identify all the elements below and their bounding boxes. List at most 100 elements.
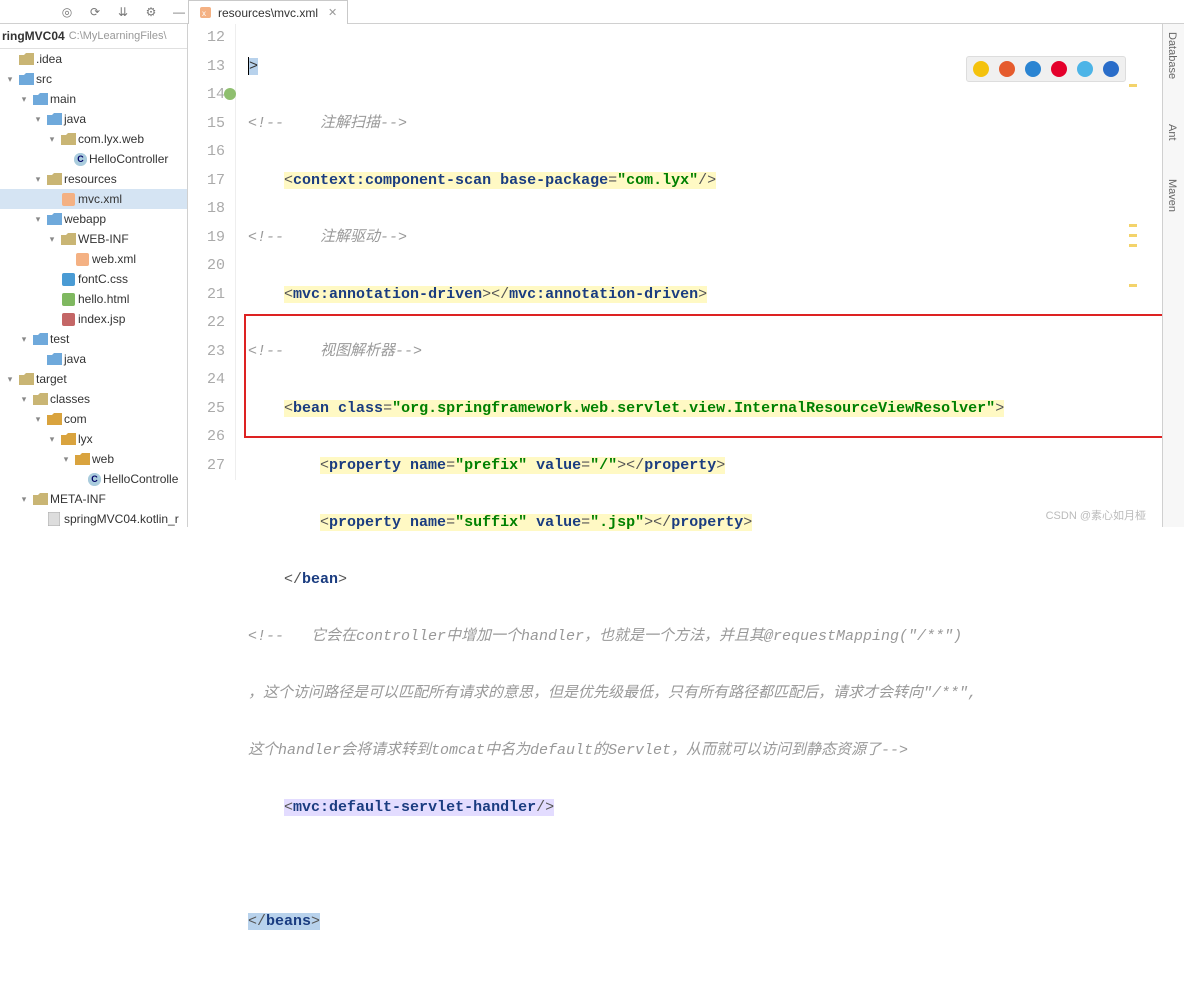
tree-node[interactable]: java	[0, 349, 187, 369]
safari-icon[interactable]	[1025, 61, 1041, 77]
tree-node[interactable]: ▾lyx	[0, 429, 187, 449]
tree-label: target	[36, 369, 67, 389]
tree-node[interactable]: CHelloController	[0, 149, 187, 169]
warning-marker[interactable]	[1129, 244, 1137, 247]
chevron-icon[interactable]: ▾	[4, 369, 16, 389]
tree-label: resources	[64, 169, 117, 189]
tree-node[interactable]: .idea	[0, 49, 187, 69]
warning-marker[interactable]	[1129, 84, 1137, 87]
tree-node[interactable]: ▾ resources	[0, 169, 187, 189]
folder-pkg-icon	[18, 72, 34, 86]
firefox-icon[interactable]	[999, 61, 1015, 77]
gear-icon[interactable]: ⚙	[144, 5, 158, 19]
file-cls-icon: C	[74, 153, 87, 166]
line-number: 24	[188, 366, 225, 395]
tab-mvc-xml[interactable]: x resources\mvc.xml ✕	[188, 0, 348, 24]
tree-node[interactable]: ▾com.lyx.web	[0, 129, 187, 149]
browser-icons-toolbar	[966, 56, 1126, 82]
chevron-icon[interactable]: ▾	[46, 229, 58, 249]
tree-node[interactable]: ▾ META-INF	[0, 489, 187, 509]
chevron-icon[interactable]: ▾	[18, 489, 30, 509]
jsp-icon	[60, 312, 76, 326]
tree-node[interactable]: index.jsp	[0, 309, 187, 329]
line-number: 21	[188, 281, 225, 310]
line-number: 12	[188, 24, 225, 53]
tree-label: META-INF	[50, 489, 106, 509]
tree-label: WEB-INF	[78, 229, 129, 249]
warning-marker[interactable]	[1129, 284, 1137, 287]
sidebar-tab-maven[interactable]: Maven	[1166, 179, 1178, 212]
tree-node[interactable]: ▾test	[0, 329, 187, 349]
chevron-icon[interactable]: ▾	[18, 89, 30, 109]
tree-label: web.xml	[92, 249, 136, 269]
gutter: 12131415161718192021222324252627	[188, 24, 236, 480]
tree-label: com	[64, 409, 87, 429]
tree-label: mvc.xml	[78, 189, 122, 209]
sidebar-tab-database[interactable]: Database	[1166, 32, 1178, 79]
project-tree[interactable]: .idea▾src▾main▾java▾com.lyx.webCHelloCon…	[0, 49, 187, 527]
chevron-icon[interactable]: ▾	[46, 429, 58, 449]
main-toolbar: ◎ ⟳ ⇊ ⚙ —	[0, 0, 1184, 24]
tree-node[interactable]: springMVC04.kotlin_r	[0, 509, 187, 527]
tree-label: index.jsp	[78, 309, 125, 329]
chevron-icon[interactable]: ▾	[18, 389, 30, 409]
folder-icon	[32, 392, 48, 406]
folder-pkg-icon	[46, 352, 62, 366]
tree-node[interactable]: ▾ target	[0, 369, 187, 389]
line-number: 19	[188, 224, 225, 253]
hide-icon[interactable]: —	[172, 5, 186, 19]
line-number: 27	[188, 452, 225, 481]
locate-icon[interactable]: ◎	[60, 5, 74, 19]
editor-tab-bar: x resources\mvc.xml ✕	[188, 0, 348, 24]
tree-label: .idea	[36, 49, 62, 69]
chevron-icon[interactable]: ▾	[32, 409, 44, 429]
chevron-icon[interactable]: ▾	[4, 69, 16, 89]
line-number: 14	[188, 81, 225, 110]
chevron-icon[interactable]: ▾	[46, 129, 58, 149]
folder-open-icon	[46, 412, 62, 426]
collapse-icon[interactable]: ⇊	[116, 5, 130, 19]
line-number: 16	[188, 138, 225, 167]
tree-label: hello.html	[78, 289, 129, 309]
tree-node[interactable]: ▾ WEB-INF	[0, 229, 187, 249]
chevron-icon[interactable]: ▾	[32, 109, 44, 129]
tree-node[interactable]: ▾classes	[0, 389, 187, 409]
chevron-icon[interactable]: ▾	[60, 449, 72, 469]
ie-icon[interactable]	[1103, 61, 1119, 77]
warning-marker[interactable]	[1129, 224, 1137, 227]
spring-bean-icon[interactable]	[223, 84, 237, 98]
warning-marker[interactable]	[1129, 234, 1137, 237]
tree-node[interactable]: ▾ src	[0, 69, 187, 89]
editor[interactable]: 12131415161718192021222324252627 > <!-- …	[188, 24, 1162, 527]
chevron-icon[interactable]: ▾	[18, 329, 30, 349]
marker-stripe[interactable]	[1127, 24, 1139, 527]
folder-open-icon	[74, 452, 90, 466]
tree-node[interactable]: ▾webapp	[0, 209, 187, 229]
tree-node[interactable]: ▾web	[0, 449, 187, 469]
html-icon	[60, 292, 76, 306]
code-area[interactable]: > <!-- 注解扫描--> <context:component-scan b…	[248, 24, 1138, 993]
folder-pkg-icon	[46, 212, 62, 226]
chrome-icon[interactable]	[973, 61, 989, 77]
xml-file-icon: x	[199, 6, 212, 19]
close-icon[interactable]: ✕	[328, 6, 337, 19]
tree-node[interactable]: hello.html	[0, 289, 187, 309]
watermark: CSDN @素心如月桠	[1046, 507, 1146, 523]
tree-node[interactable]: ▾ com	[0, 409, 187, 429]
opera-icon[interactable]	[1051, 61, 1067, 77]
tree-node[interactable]: mvc.xml	[0, 189, 187, 209]
chevron-icon[interactable]: ▾	[32, 209, 44, 229]
sidebar-tab-ant[interactable]: Ant	[1166, 124, 1178, 141]
chevron-icon[interactable]: ▾	[32, 169, 44, 189]
refresh-icon[interactable]: ⟳	[88, 5, 102, 19]
tree-node[interactable]: CHelloControlle	[0, 469, 187, 489]
tree-node[interactable]: fontC.css	[0, 269, 187, 289]
edge-icon[interactable]	[1077, 61, 1093, 77]
tree-label: src	[36, 69, 52, 89]
code-line: <!-- 视图解析器-->	[248, 343, 422, 360]
line-number: 25	[188, 395, 225, 424]
tree-node[interactable]: ▾java	[0, 109, 187, 129]
folder-pkg-icon	[32, 332, 48, 346]
tree-node[interactable]: ▾main	[0, 89, 187, 109]
tree-node[interactable]: web.xml	[0, 249, 187, 269]
